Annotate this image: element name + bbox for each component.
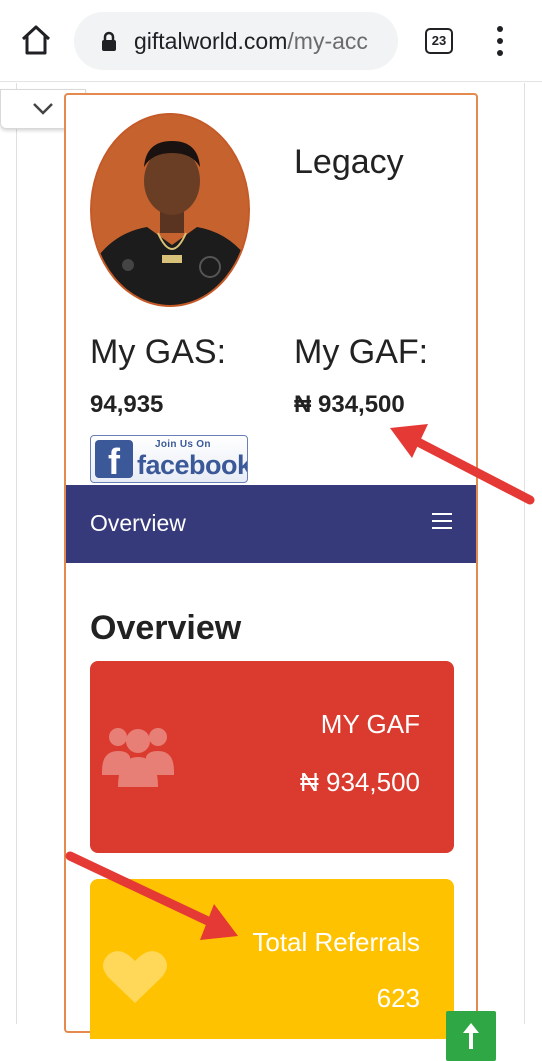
chevron-down-icon — [33, 103, 53, 115]
profile-username: Legacy — [294, 143, 404, 181]
total-referrals-label: Total Referrals — [252, 927, 420, 957]
facebook-join-text: Join Us On — [155, 439, 211, 450]
url-host: giftalworld.com — [134, 28, 288, 54]
gas-label: My GAS: — [90, 333, 227, 371]
address-bar[interactable]: giftalworld.com/my-acc — [74, 12, 398, 70]
scroll-to-top-button[interactable] — [446, 1011, 496, 1061]
facebook-wordmark: facebook — [137, 450, 248, 480]
page-rail-right — [524, 83, 525, 1024]
total-referrals-value: 623 — [376, 983, 420, 1013]
hamburger-menu-icon[interactable] — [432, 513, 452, 529]
browser-toolbar: giftalworld.com/my-acc 23 — [0, 0, 542, 82]
users-icon — [102, 728, 174, 787]
dashboard-navbar: Overview — [66, 485, 476, 563]
gas-value: 94,935 — [90, 391, 164, 418]
account-card: Legacy My GAS: 94,935 My GAF: ₦ 934,500 … — [64, 93, 478, 1039]
my-gaf-label: MY GAF — [320, 709, 420, 739]
facebook-join-link[interactable]: f Join Us On facebook — [90, 435, 248, 483]
my-gaf-value: ₦ 934,500 — [300, 767, 420, 797]
my-gaf-tile[interactable]: MY GAF ₦ 934,500 — [90, 661, 454, 853]
more-menu-icon[interactable] — [490, 26, 510, 56]
profile-avatar — [90, 113, 250, 307]
url-text[interactable]: giftalworld.com/my-acc — [134, 28, 396, 54]
gaf-label: My GAF: — [294, 333, 429, 371]
url-path: /my-acc — [287, 28, 368, 54]
gaf-value: ₦ 934,500 — [294, 391, 405, 418]
arrow-up-icon — [463, 1023, 479, 1049]
navbar-title[interactable]: Overview — [90, 510, 186, 537]
heart-icon — [103, 951, 167, 1003]
page-rail-left — [16, 83, 17, 1024]
overview-heading: Overview — [90, 609, 242, 647]
tab-switcher-button[interactable]: 23 — [425, 28, 453, 54]
home-icon[interactable] — [18, 22, 54, 58]
lock-icon — [100, 31, 118, 51]
facebook-icon: f — [95, 440, 133, 482]
page-content: Legacy My GAS: 94,935 My GAF: ₦ 934,500 … — [0, 83, 542, 1061]
total-referrals-tile[interactable]: Total Referrals 623 — [90, 879, 454, 1039]
